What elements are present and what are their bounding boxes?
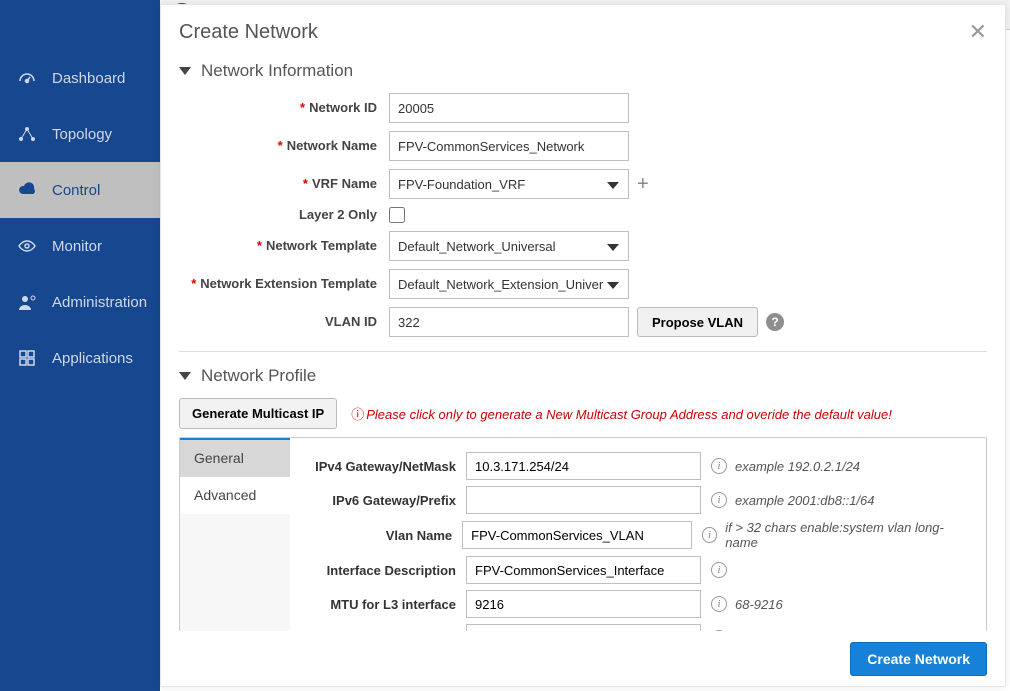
modal-footer: Create Network xyxy=(161,631,1005,686)
profile-row: Interface Description i xyxy=(306,556,970,584)
generate-multicast-ip-button[interactable]: Generate Multicast IP xyxy=(179,398,337,429)
profile-row: IPv4 Gateway/NetMask i example 192.0.2.1/2… xyxy=(306,452,970,480)
topology-icon xyxy=(16,123,38,145)
sidebar-label: Control xyxy=(52,182,100,199)
label-network-template: *Network Template xyxy=(179,238,389,254)
profile-field-input[interactable] xyxy=(466,590,701,618)
profile-field-input[interactable] xyxy=(466,452,701,480)
cloud-icon xyxy=(16,179,38,201)
sidebar-label: Applications xyxy=(52,350,133,367)
info-icon[interactable]: i xyxy=(711,458,727,474)
info-icon[interactable]: i xyxy=(702,527,718,543)
eye-icon xyxy=(16,235,38,257)
profile-field-hint: if > 32 chars enable:system vlan long-na… xyxy=(725,520,970,550)
profile-field-label: IPv6 Gateway/Prefix xyxy=(306,493,466,508)
profile-field-input[interactable] xyxy=(466,486,701,514)
profile-field-label: Interface Description xyxy=(306,563,466,578)
network-template-select[interactable]: Default_Network_Universal xyxy=(389,231,629,261)
sidebar-item-topology[interactable]: Topology xyxy=(0,106,160,162)
close-icon[interactable]: ✕ xyxy=(969,19,987,45)
layer2-only-checkbox[interactable] xyxy=(389,207,405,223)
info-icon: ⓘ xyxy=(351,407,364,422)
info-icon[interactable]: i xyxy=(711,596,727,612)
vrf-name-select[interactable]: FPV-Foundation_VRF xyxy=(389,169,629,199)
sidebar-label: Administration xyxy=(52,294,147,311)
caret-down-icon xyxy=(179,67,191,75)
label-network-ext-template: *Network Extension Template xyxy=(179,276,389,292)
label-layer2: Layer 2 Only xyxy=(179,207,389,223)
sidebar-label: Dashboard xyxy=(52,70,125,87)
profile-field-label: IPv4 Gateway/NetMask xyxy=(306,459,466,474)
propose-vlan-button[interactable]: Propose VLAN xyxy=(637,307,758,337)
sidebar-item-dashboard[interactable]: Dashboard xyxy=(0,50,160,106)
create-network-modal: Create Network ✕ Network Information *Ne… xyxy=(160,4,1006,687)
modal-header: Create Network ✕ xyxy=(161,5,1005,55)
section-network-profile[interactable]: Network Profile xyxy=(179,366,987,386)
sidebar-item-administration[interactable]: Administration xyxy=(0,274,160,330)
profile-panel: General Advanced IPv4 Gateway/NetMaskiex… xyxy=(179,437,987,631)
info-icon[interactable]: i xyxy=(711,562,727,578)
network-ext-template-select[interactable]: Default_Network_Extension_Univer xyxy=(389,269,629,299)
profile-field-hint: example 2001:db8::1/64 xyxy=(735,493,875,508)
sidebar-label: Topology xyxy=(52,126,112,143)
sidebar: Dashboard Topology Control Monitor Admin… xyxy=(0,0,160,691)
network-name-input[interactable] xyxy=(389,131,629,161)
label-network-id: *Network ID xyxy=(179,100,389,116)
sidebar-item-control[interactable]: Control xyxy=(0,162,160,218)
profile-field-input[interactable] xyxy=(466,624,701,631)
tab-advanced[interactable]: Advanced xyxy=(180,477,290,514)
sidebar-label: Monitor xyxy=(52,238,102,255)
profile-tabs: General Advanced xyxy=(180,438,290,631)
profile-row: Vlan Name i if > 32 chars enable:system vl… xyxy=(306,520,970,550)
caret-down-icon xyxy=(179,372,191,380)
profile-row: MTU for L3 interface i 68-9216 xyxy=(306,590,970,618)
help-icon[interactable]: ? xyxy=(766,313,784,331)
profile-field-label: MTU for L3 interface xyxy=(306,597,466,612)
gauge-icon xyxy=(16,67,38,89)
vlan-id-input[interactable] xyxy=(389,307,629,337)
modal-title: Create Network xyxy=(179,21,969,44)
section-network-info[interactable]: Network Information xyxy=(179,61,987,81)
multicast-warning: ⓘPlease click only to generate a New Mul… xyxy=(351,404,892,423)
user-gear-icon xyxy=(16,291,38,313)
profile-field-input[interactable] xyxy=(462,521,691,549)
profile-field-hint: example 192.0.2.1/24 xyxy=(735,459,860,474)
add-vrf-icon[interactable]: + xyxy=(637,173,649,196)
create-network-button[interactable]: Create Network xyxy=(850,642,987,676)
modal-body: Network Information *Network ID *Network… xyxy=(161,55,1005,631)
sidebar-item-applications[interactable]: Applications xyxy=(0,330,160,386)
sidebar-item-monitor[interactable]: Monitor xyxy=(0,218,160,274)
tab-general[interactable]: General xyxy=(180,438,290,477)
profile-field-label: Vlan Name xyxy=(306,528,462,543)
profile-field-hint: 68-9216 xyxy=(735,597,783,612)
info-icon[interactable]: i xyxy=(711,492,727,508)
profile-row: IPv6 Gateway/Prefix i example 2001:db8::1/… xyxy=(306,486,970,514)
label-vrf-name: *VRF Name xyxy=(179,176,389,192)
apps-icon xyxy=(16,347,38,369)
network-id-input[interactable] xyxy=(389,93,629,123)
tab-content-general: IPv4 Gateway/NetMask i example 192.0.2.1/2… xyxy=(290,438,986,631)
profile-field-input[interactable] xyxy=(466,556,701,584)
label-vlan-id: VLAN ID xyxy=(179,314,389,330)
label-network-name: *Network Name xyxy=(179,138,389,154)
profile-row: IPv4 Secondary GW1iexample 192.0.2.1/24 xyxy=(306,624,970,631)
